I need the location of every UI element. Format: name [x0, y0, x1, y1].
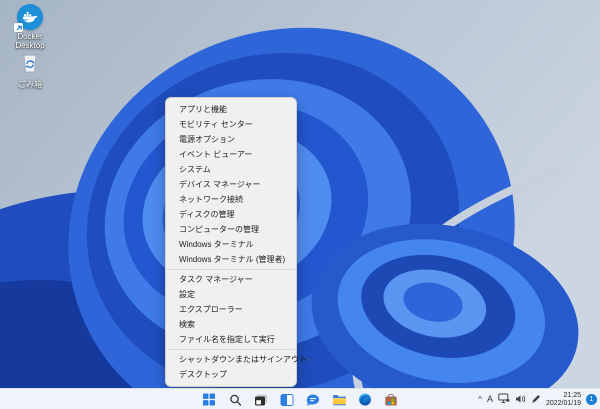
menu-item-system[interactable]: システム [166, 162, 296, 177]
menu-item-label: 設定 [179, 290, 195, 299]
taskbar-tray: ^ A 21:25 2022/01/19 1 [478, 389, 597, 409]
menu-item-label: イベント ビューアー [179, 150, 253, 159]
menu-item-search[interactable]: 検索 [166, 317, 296, 332]
menu-item-label: 電源オプション [179, 135, 235, 144]
menu-item-label: シャットダウンまたはサインアウト [179, 355, 307, 364]
menu-item-mobility-center[interactable]: モビリティ センター [166, 117, 296, 132]
store-icon[interactable] [383, 391, 400, 408]
taskbar: ^ A 21:25 2022/01/19 1 [0, 388, 600, 409]
menu-item-computer-management[interactable]: コンピューターの管理 [166, 222, 296, 237]
menu-item-label: ファイル名を指定して実行 [179, 335, 275, 344]
file-explorer-icon[interactable] [331, 391, 348, 408]
pen-icon[interactable] [531, 391, 541, 409]
menu-item-explorer[interactable]: エクスプローラー [166, 302, 296, 317]
desktop-icon-recycle-bin[interactable]: ごみ箱 [2, 52, 58, 89]
menu-item-label: デバイス マネージャー [179, 180, 261, 189]
network-icon[interactable] [498, 391, 510, 409]
menu-item-label: Windows ターミナル (管理者) [179, 255, 286, 264]
task-view-icon[interactable] [253, 391, 270, 408]
menu-item-label: システム [179, 165, 211, 174]
menu-separator [167, 349, 295, 350]
menu-item-windows-terminal[interactable]: Windows ターミナル [166, 237, 296, 252]
submenu-arrow-icon: › [307, 354, 310, 364]
menu-item-disk-management[interactable]: ディスクの管理 [166, 207, 296, 222]
menu-item-label: タスク マネージャー [179, 275, 253, 284]
desktop-icon-label: Docker Desktop [15, 32, 45, 50]
notification-badge[interactable]: 1 [586, 394, 597, 405]
taskbar-center-icons [201, 389, 400, 409]
menu-item-label: デスクトップ [179, 370, 227, 379]
menu-item-network-connections[interactable]: ネットワーク接続 [166, 192, 296, 207]
menu-item-power-options[interactable]: 電源オプション [166, 132, 296, 147]
menu-item-task-manager[interactable]: タスク マネージャー [166, 272, 296, 287]
desktop: Docker Desktop ごみ箱 アプリと機能モビリティ センター 電源オプシ… [0, 0, 600, 388]
menu-item-label: 検索 [179, 320, 195, 329]
menu-item-windows-terminal-admin[interactable]: Windows ターミナル (管理者) [166, 252, 296, 267]
menu-item-apps-features[interactable]: アプリと機能 [166, 102, 296, 117]
shortcut-arrow-icon [14, 23, 23, 32]
menu-item-run[interactable]: ファイル名を指定して実行 [166, 332, 296, 347]
menu-item-shutdown-signout[interactable]: シャットダウンまたはサインアウト › [166, 352, 310, 367]
chat-icon[interactable] [305, 391, 322, 408]
clock-date: 2022/01/19 [545, 399, 581, 407]
context-menu: アプリと機能モビリティ センター 電源オプションイベント ビューアー システムデバイ… [165, 97, 310, 387]
menu-item-label: モビリティ センター [179, 120, 253, 129]
menu-item-label: エクスプローラー [179, 305, 243, 314]
menu-item-event-viewer[interactable]: イベント ビューアー [166, 147, 296, 162]
edge-icon[interactable] [357, 391, 374, 408]
menu-item-desktop[interactable]: デスクトップ [166, 367, 296, 382]
recycle-bin-icon [21, 52, 39, 78]
menu-item-label: コンピューターの管理 [179, 225, 259, 234]
desktop-icon-label: ごみ箱 [18, 80, 42, 89]
chevron-up-icon[interactable]: ^ [478, 389, 482, 409]
menu-item-label: ネットワーク接続 [179, 195, 243, 204]
wallpaper-bloom [0, 0, 600, 388]
menu-item-label: アプリと機能 [179, 105, 227, 114]
widgets-icon[interactable] [279, 391, 296, 408]
desktop-icon-docker[interactable]: Docker Desktop [2, 4, 58, 50]
menu-item-label: Windows ターミナル [179, 240, 254, 249]
start-icon[interactable] [201, 391, 218, 408]
menu-item-settings[interactable]: 設定 [166, 287, 296, 302]
ime-indicator[interactable]: A [487, 389, 493, 409]
clock-time: 21:25 [563, 391, 581, 399]
menu-separator [167, 269, 295, 270]
search-icon[interactable] [227, 391, 244, 408]
menu-item-label: ディスクの管理 [179, 210, 235, 219]
menu-item-device-manager[interactable]: デバイス マネージャー [166, 177, 296, 192]
taskbar-clock[interactable]: 21:25 2022/01/19 [546, 392, 581, 408]
volume-icon[interactable] [515, 391, 526, 409]
